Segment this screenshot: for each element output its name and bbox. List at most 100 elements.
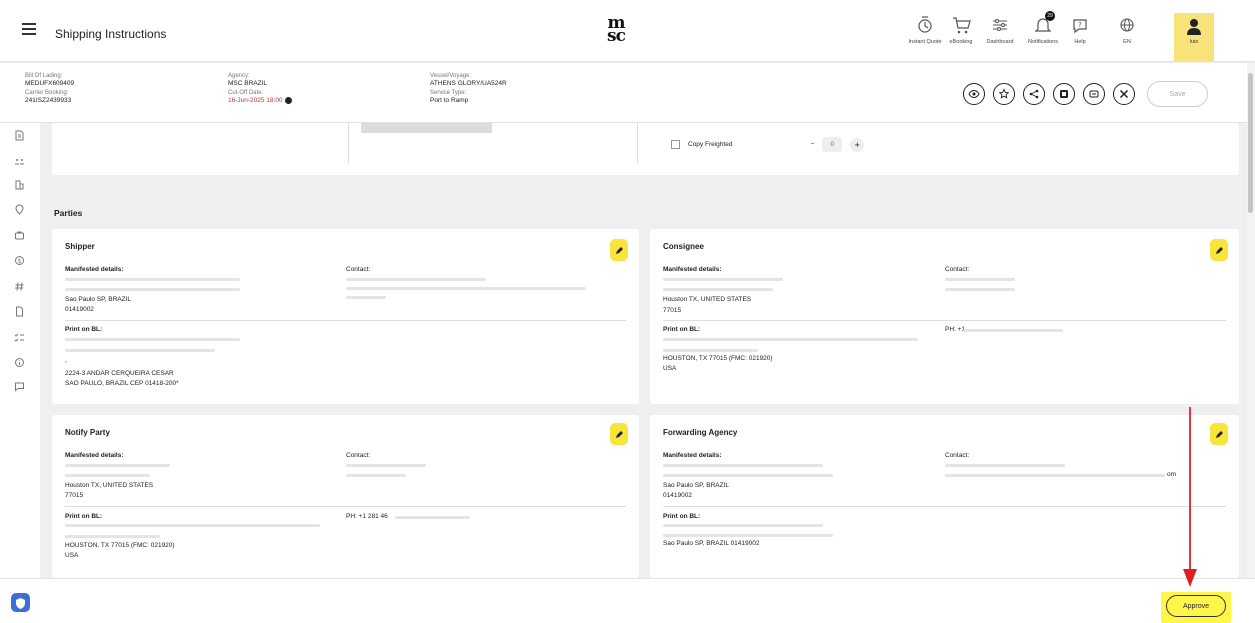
redacted-text — [65, 474, 150, 477]
divider — [65, 506, 626, 507]
phone-line: PH: +1 281 46 — [346, 513, 388, 520]
building-icon[interactable] — [14, 179, 25, 190]
redacted-text — [346, 464, 426, 467]
scrollbar[interactable] — [1247, 63, 1255, 623]
address-line: Houston TX, UNITED STATES — [663, 296, 752, 303]
document-icon[interactable] — [14, 130, 25, 141]
manifested-label: Manifested details: — [663, 266, 722, 273]
copy-icon — [1060, 90, 1068, 98]
nav-label: Help — [1074, 39, 1086, 45]
dollar-icon[interactable]: $ — [14, 255, 25, 266]
edit-notify-button[interactable] — [610, 423, 628, 445]
nav-help[interactable]: ? Help — [1057, 14, 1103, 45]
freight-card: Copy Freighted − 0 + — [52, 123, 1239, 175]
party-card-shipper: Shipper Manifested details: Contact: Sao… — [52, 229, 639, 404]
increment-button[interactable]: + — [850, 137, 865, 152]
hidden-field — [361, 123, 492, 133]
user-menu[interactable]: luis — [1174, 13, 1214, 61]
action-buttons: Save — [963, 81, 1208, 107]
people-icon[interactable] — [14, 155, 25, 166]
user-name: luis — [1189, 39, 1199, 45]
nav-label: Instant Quote — [908, 39, 942, 45]
copy-freighted-checkbox[interactable] — [671, 140, 680, 149]
user-icon — [1187, 19, 1201, 35]
contact-label: Contact: — [945, 266, 970, 273]
address-line: , — [65, 357, 67, 364]
edit-forwarding-button[interactable] — [1210, 423, 1228, 445]
share-button[interactable] — [1023, 83, 1045, 105]
view-button[interactable] — [963, 83, 985, 105]
approve-button[interactable]: Approve — [1166, 595, 1226, 617]
help-icon: ? — [1073, 19, 1087, 34]
scrollbar-thumb[interactable] — [1248, 73, 1253, 213]
manifested-label: Manifested details: — [663, 452, 722, 459]
card-title: Consignee — [663, 242, 704, 251]
edit-consignee-button[interactable] — [1210, 239, 1228, 261]
redacted-text — [65, 464, 170, 467]
address-line: Sao Paulo SP, BRAZIL 01419002 — [663, 540, 760, 547]
decrement-button[interactable]: − — [810, 141, 814, 148]
address-line: SAO PAULO, BRAZIL CEP 01418-200* — [65, 380, 179, 387]
sidebar: $ — [0, 123, 40, 578]
security-shield-icon[interactable] — [11, 593, 30, 612]
star-icon — [998, 88, 1010, 99]
redacted-text — [663, 288, 773, 291]
info-col-vessel: Vessel/Voyage: ATHENS GLORY/UA524R Servi… — [430, 73, 507, 107]
checklist-icon[interactable] — [14, 332, 25, 343]
divider — [663, 320, 1226, 321]
redacted-text — [65, 349, 215, 352]
print-on-bl-label: Print on BL: — [663, 326, 701, 333]
print-on-bl-label: Print on BL: — [65, 513, 103, 520]
share-icon — [1029, 89, 1039, 99]
menu-icon[interactable] — [22, 23, 36, 35]
container-icon[interactable] — [14, 230, 25, 241]
redacted-text — [945, 464, 1065, 467]
contact-label: Contact: — [346, 266, 371, 273]
file-icon[interactable] — [14, 306, 25, 317]
pencil-icon — [1215, 246, 1223, 254]
print-button[interactable] — [1083, 83, 1105, 105]
address-line: 77015 — [65, 492, 84, 499]
bl-label: Bill Of Lading: — [25, 73, 63, 79]
pencil-icon — [615, 430, 623, 438]
redacted-text — [945, 288, 1015, 291]
info-icon[interactable] — [284, 97, 292, 104]
bl-value: MEDUFX609409 — [25, 80, 75, 87]
msc-logo[interactable]: m sc — [596, 15, 636, 45]
cutoff-date: 16-Jun-2025 18:00 — [228, 97, 283, 105]
party-card-consignee: Consignee Manifested details: Contact: H… — [650, 229, 1239, 404]
contact-label: Contact: — [346, 452, 371, 459]
location-icon[interactable] — [14, 204, 25, 215]
nav-language[interactable]: EN — [1104, 14, 1150, 45]
card-title: Notify Party — [65, 428, 110, 437]
annotation-arrow — [1183, 407, 1197, 587]
copy-button[interactable] — [1053, 83, 1075, 105]
svg-text:$: $ — [18, 258, 22, 265]
nav-dashboard[interactable]: Dashboard — [977, 14, 1023, 45]
dashboard-icon — [993, 19, 1007, 31]
save-button[interactable]: Save — [1147, 81, 1208, 107]
info-circle-icon[interactable] — [14, 357, 25, 368]
page-title: Shipping Instructions — [55, 27, 167, 41]
redacted-text — [963, 329, 1063, 332]
address-line: 01419002 — [663, 492, 692, 499]
party-card-forwarding: Forwarding Agency Manifested details: Co… — [650, 415, 1239, 578]
redacted-text — [663, 524, 823, 527]
hash-icon[interactable] — [14, 281, 25, 292]
quantity-input[interactable]: 0 — [822, 137, 843, 152]
close-button[interactable] — [1113, 83, 1135, 105]
comment-icon[interactable] — [14, 381, 25, 392]
redacted-text — [346, 296, 386, 299]
redacted-text — [346, 278, 486, 281]
top-bar: Shipping Instructions m sc Instant Quote … — [0, 0, 1255, 62]
redacted-text — [663, 464, 823, 467]
address-line: Sao Paulo SP, BRAZIL — [663, 482, 730, 489]
info-col-bl: Bill Of Lading: MEDUFX609409 Carrier Boo… — [25, 73, 74, 107]
card-title: Forwarding Agency — [663, 428, 738, 437]
card-title: Shipper — [65, 242, 95, 251]
favorite-button[interactable] — [993, 83, 1015, 105]
svg-text:?: ? — [1078, 21, 1082, 29]
printer-icon — [1089, 90, 1099, 98]
cutoff-value: 16-Jun-2025 18:00 — [228, 97, 292, 105]
edit-shipper-button[interactable] — [610, 239, 628, 261]
